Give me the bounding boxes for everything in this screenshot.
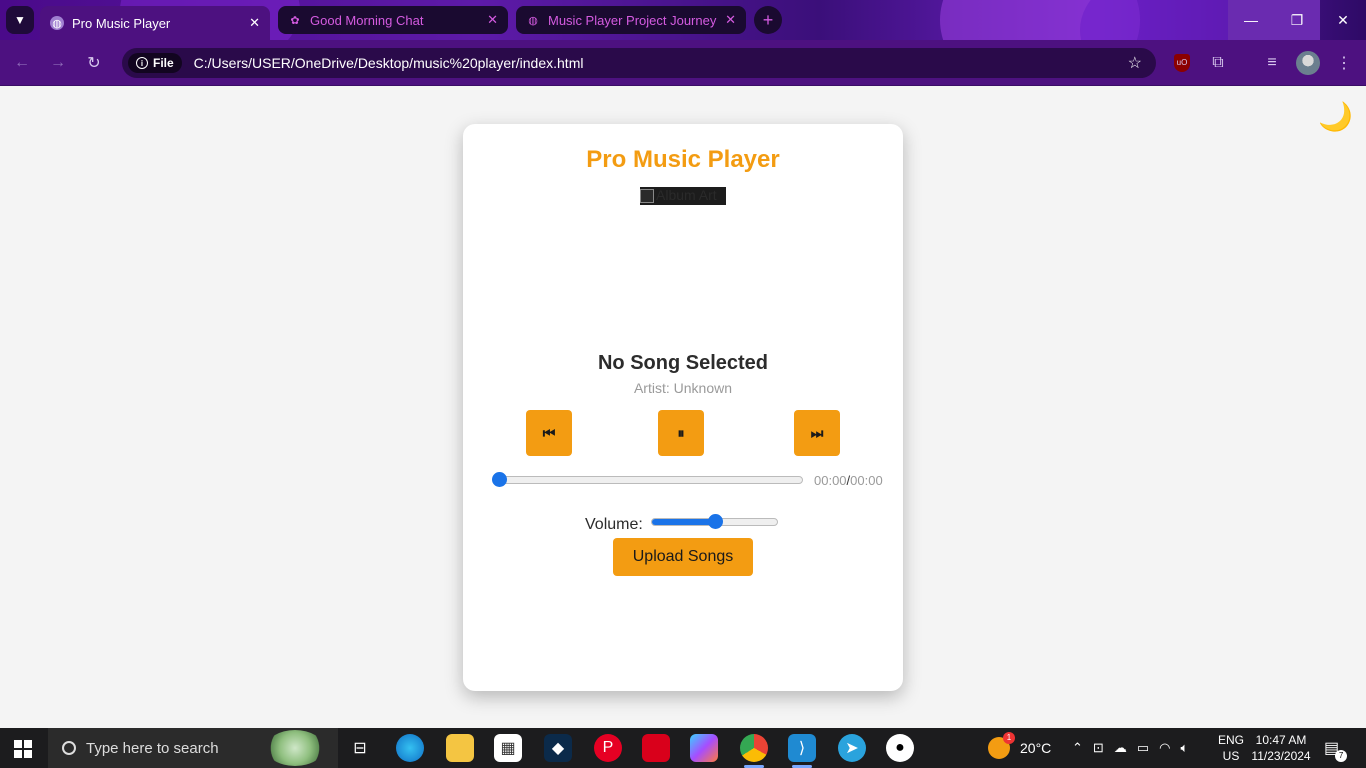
weather-temperature: 20°C: [1020, 740, 1052, 756]
search-highlight-image: [266, 730, 324, 766]
tab-title: Good Morning Chat: [310, 12, 424, 28]
theme-toggle-icon[interactable]: 🌙: [1318, 100, 1353, 133]
clock-time: 10:47 AM: [1255, 733, 1307, 747]
search-placeholder: Type here to search: [86, 739, 219, 757]
music-player-card: Pro Music Player Album Art No Song Selec…: [463, 124, 903, 691]
close-tab-icon[interactable]: ✕: [725, 12, 736, 28]
close-window-button[interactable]: ✕: [1320, 0, 1366, 40]
volume-label: Volume:: [585, 516, 643, 533]
clock[interactable]: 10:47 AM 11/23/2024: [1251, 728, 1311, 768]
notification-count: 7: [1335, 750, 1348, 762]
github-icon[interactable]: ●: [886, 734, 914, 762]
microsoft-store-icon[interactable]: ▦: [494, 734, 522, 762]
onedrive-icon[interactable]: ☁: [1114, 740, 1127, 756]
forward-icon[interactable]: →: [46, 51, 70, 75]
task-view-icon[interactable]: ⊟: [346, 734, 374, 762]
meet-now-icon[interactable]: ⊡: [1093, 740, 1104, 756]
tab-good-morning-chat[interactable]: ✿ Good Morning Chat ✕: [278, 6, 508, 34]
ublock-extension-icon[interactable]: uO: [1170, 51, 1194, 75]
album-art-alt-text: Album Art: [656, 187, 717, 203]
bookmark-star-icon[interactable]: ☆: [1128, 53, 1142, 73]
wifi-icon[interactable]: ◠: [1159, 740, 1170, 756]
clock-date: 11/23/2024: [1251, 749, 1311, 763]
back-icon[interactable]: ←: [10, 51, 34, 75]
volume-icon[interactable]: 🔈︎: [1180, 740, 1188, 756]
reload-icon[interactable]: ↻: [82, 51, 106, 75]
info-icon: i: [136, 57, 148, 69]
menu-icon[interactable]: ⋮: [1332, 51, 1356, 75]
tab-title: Music Player Project Journey: [548, 12, 717, 28]
minimize-button[interactable]: —: [1228, 0, 1274, 40]
url-text[interactable]: C:/Users/USER/OneDrive/Desktop/music%20p…: [194, 55, 584, 71]
current-time: 00:00: [814, 473, 847, 488]
weather-badge: 1: [1003, 732, 1015, 744]
album-art-image: Album Art: [640, 187, 726, 205]
next-button[interactable]: ⏭: [794, 410, 840, 456]
globe-icon: ◍: [528, 14, 538, 27]
windows-start-icon[interactable]: [14, 740, 32, 758]
song-title: No Song Selected: [597, 352, 769, 374]
extensions-icon[interactable]: ⧉: [1206, 51, 1230, 75]
volume-fill: [652, 519, 715, 525]
tab-pro-music-player[interactable]: ◍ Pro Music Player ✕: [40, 6, 270, 40]
edge-icon[interactable]: [396, 734, 424, 762]
profile-avatar[interactable]: [1296, 51, 1320, 75]
weather-widget[interactable]: 1 20°C: [988, 728, 1051, 768]
broken-image-icon: [640, 189, 654, 204]
upload-songs-button[interactable]: Upload Songs: [613, 538, 753, 576]
media-controls-icon[interactable]: ≡: [1260, 51, 1284, 75]
region-code: US: [1222, 749, 1240, 763]
battery-icon[interactable]: ▭: [1137, 740, 1149, 756]
chrome-icon[interactable]: [740, 734, 768, 768]
volume-slider[interactable]: [651, 514, 778, 529]
pinterest-icon[interactable]: P: [594, 734, 622, 762]
artist-name: Artist: Unknown: [633, 380, 733, 396]
show-hidden-icons-icon[interactable]: ⌃: [1072, 740, 1083, 756]
address-bar[interactable]: i File C:/Users/USER/OneDrive/Desktop/mu…: [122, 48, 1156, 78]
close-tab-icon[interactable]: ✕: [487, 12, 498, 28]
app-icon[interactable]: ◆: [544, 734, 572, 762]
notification-center-icon[interactable]: ▤ 7: [1324, 728, 1348, 768]
previous-track-icon: ⏮: [542, 424, 556, 441]
restore-button[interactable]: ❐: [1274, 0, 1320, 40]
browser-tab-strip: ▼ ◍ Pro Music Player ✕ ✿ Good Morning Ch…: [0, 0, 1366, 40]
telegram-icon[interactable]: ➤: [838, 734, 866, 762]
copilot-icon[interactable]: [690, 734, 718, 762]
tab-music-player-project-journey[interactable]: ◍ Music Player Project Journey ✕: [516, 6, 746, 34]
file-explorer-icon[interactable]: [446, 734, 474, 762]
play-pause-button[interactable]: ⏸: [658, 410, 704, 456]
search-icon: [62, 741, 76, 755]
progress-slider-thumb[interactable]: [492, 472, 507, 487]
new-tab-button[interactable]: +: [754, 6, 782, 34]
volume-slider-thumb[interactable]: [707, 514, 723, 529]
tab-search-button[interactable]: ▼: [6, 6, 34, 34]
previous-button[interactable]: ⏮: [526, 410, 572, 456]
tab-title: Pro Music Player: [72, 15, 171, 31]
time-display: 00:00/00:00: [814, 473, 883, 488]
site-info-label: File: [153, 56, 174, 70]
system-tray: ⌃ ⊡ ☁ ▭ ◠ 🔈︎: [1072, 728, 1188, 768]
weather-icon: 1: [988, 732, 1015, 759]
close-tab-icon[interactable]: ✕: [249, 15, 260, 31]
globe-icon: ◍: [50, 16, 64, 30]
openai-icon: ✿: [290, 14, 300, 27]
progress-slider[interactable]: [492, 472, 803, 487]
media-app-icon[interactable]: [642, 734, 670, 762]
language-indicator[interactable]: ENG US: [1218, 728, 1244, 768]
page-title: Pro Music Player: [586, 146, 780, 173]
site-info-chip[interactable]: i File: [128, 53, 182, 73]
language-code: ENG: [1218, 733, 1245, 747]
duration: 00:00: [850, 473, 883, 488]
windows-taskbar: Type here to search ⊟ ▦ ◆ P ⟩ ➤ ● 1 20°C…: [0, 728, 1366, 768]
browser-toolbar: ← → ↻ i File C:/Users/USER/OneDrive/Desk…: [0, 40, 1366, 86]
next-track-icon: ⏭: [810, 424, 824, 441]
pause-icon: ⏸: [677, 424, 685, 441]
vscode-icon[interactable]: ⟩: [788, 734, 816, 768]
